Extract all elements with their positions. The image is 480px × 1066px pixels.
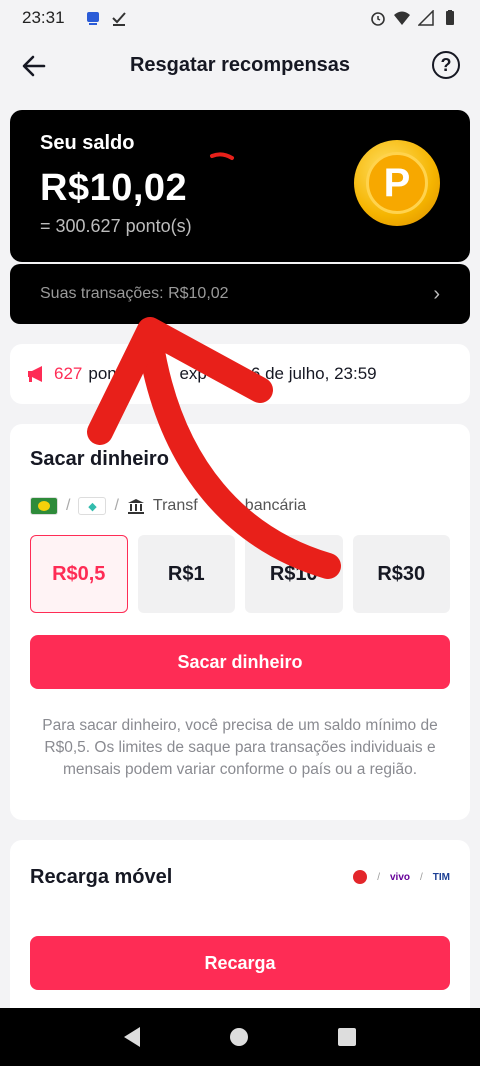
recharge-button[interactable]: Recarga <box>30 936 450 990</box>
signal-icon <box>418 10 434 26</box>
nav-home-icon[interactable] <box>230 1028 248 1046</box>
transactions-row[interactable]: Suas transações: R$10,02 › <box>10 264 470 324</box>
wifi-icon <box>394 11 410 25</box>
notice-text-after: 6 de julho, 23:59 <box>250 364 377 383</box>
help-icon[interactable]: ? <box>432 51 460 79</box>
recharge-card: Recarga móvel / vivo / TIM Recarga <box>10 840 470 1010</box>
app-header: Resgatar recompensas ? <box>0 36 480 94</box>
divider: / <box>420 871 423 883</box>
battery-icon <box>446 10 454 25</box>
pix-bank-icon <box>30 497 58 515</box>
notice-text-middle: exp <box>179 364 207 383</box>
carrier-logos: / vivo / TIM <box>353 870 450 884</box>
withdraw-hint: Para sacar dinheiro, você precisa de um … <box>42 717 438 778</box>
page-title: Resgatar recompensas <box>129 53 351 76</box>
nav-recents-icon[interactable] <box>338 1028 356 1046</box>
pix-icon: ◆ <box>78 497 107 515</box>
back-arrow-icon[interactable] <box>18 50 50 82</box>
status-time: 23:31 <box>22 8 65 27</box>
download-done-icon <box>111 12 126 26</box>
withdraw-methods: / ◆ / Transf ncia bancária <box>30 497 450 515</box>
claro-logo-icon <box>353 870 368 884</box>
notice-text-before: pont <box>88 364 122 383</box>
app-notification-icon <box>86 12 99 25</box>
divider: / <box>377 871 380 883</box>
withdraw-title: Sacar dinheiro <box>30 448 169 470</box>
notice-points: 627 <box>54 364 83 383</box>
coin-icon: P <box>354 140 440 226</box>
amount-option-30[interactable]: R$30 <box>352 535 450 613</box>
system-nav-bar <box>0 1008 480 1066</box>
coin-letter: P <box>366 152 428 214</box>
withdraw-card: Sacar dinheiro / ◆ / Transf ncia bancári… <box>10 424 470 820</box>
chevron-right-icon: › <box>433 282 440 305</box>
expiry-notice: 627 pont exp 6 de julho, 23:59 <box>10 344 470 404</box>
amount-option-10[interactable]: R$10 <box>245 535 343 613</box>
balance-card: Seu saldo R$10,02 = 300.627 ponto(s) P <box>10 110 470 262</box>
transactions-label: Suas transações: R$10,02 <box>40 285 229 302</box>
divider: / <box>66 497 71 514</box>
divider: / <box>114 497 119 514</box>
amount-option-0-5[interactable]: R$0,5 <box>30 535 128 613</box>
vivo-logo: vivo <box>389 871 410 883</box>
megaphone-icon <box>28 366 42 382</box>
bank-transfer-label: Transf ncia bancária <box>152 497 307 514</box>
status-bar: 23:31 <box>0 0 480 36</box>
bank-icon <box>127 499 144 514</box>
withdraw-button[interactable]: Sacar dinheiro <box>30 635 450 689</box>
amount-options: R$0,5 R$1 R$10 R$30 <box>30 535 450 613</box>
alarm-icon <box>371 12 385 26</box>
amount-option-1[interactable]: R$1 <box>137 535 235 613</box>
tim-logo: TIM <box>432 871 450 883</box>
nav-back-icon[interactable] <box>124 1027 140 1047</box>
